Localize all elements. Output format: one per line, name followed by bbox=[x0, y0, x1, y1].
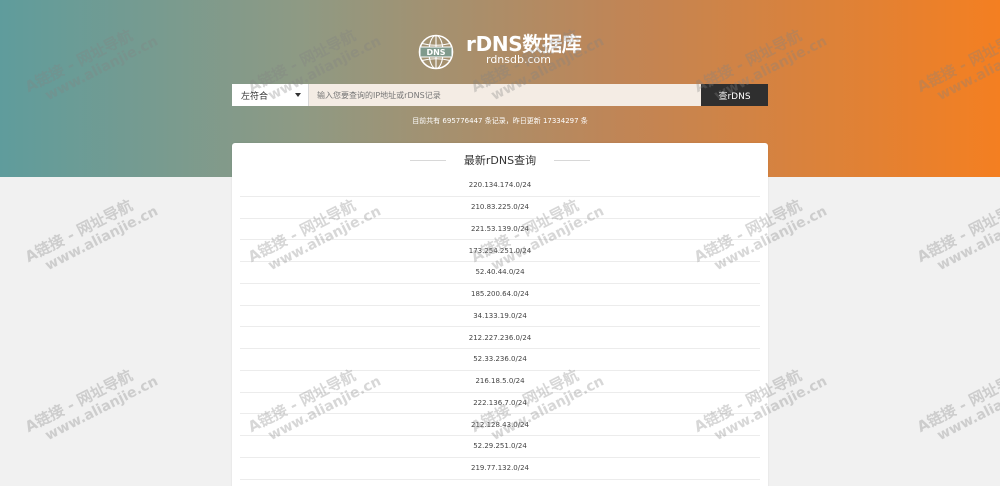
caret-down-icon bbox=[295, 93, 301, 97]
logo-icon-text: DNS bbox=[426, 48, 445, 57]
search-bar: 左符合 查rDNS bbox=[232, 84, 768, 106]
latest-queries-panel: 最新rDNS查询 220.134.174.0/24 210.83.225.0/2… bbox=[232, 143, 768, 486]
list-item[interactable]: 212.128.43.0/24 bbox=[240, 414, 760, 436]
list-item[interactable]: 210.83.225.0/24 bbox=[240, 197, 760, 219]
globe-dns-icon: DNS bbox=[418, 34, 454, 70]
list-item[interactable]: 185.200.64.0/24 bbox=[240, 284, 760, 306]
search-button[interactable]: 查rDNS bbox=[701, 84, 768, 106]
list-item[interactable]: 52.40.44.0/24 bbox=[240, 262, 760, 284]
list-item[interactable]: 216.18.5.0/24 bbox=[240, 371, 760, 393]
divider bbox=[409, 159, 446, 161]
list-item[interactable]: 220.134.174.0/24 bbox=[240, 175, 760, 197]
watermark: A链接 - 网址导航www.alianjie.cn bbox=[914, 196, 1000, 274]
list-item[interactable]: 221.53.139.0/24 bbox=[240, 219, 760, 241]
watermark: A链接 - 网址导航www.alianjie.cn bbox=[914, 366, 1000, 444]
site-logo[interactable]: DNS rDNS数据库 rdnsdb.com bbox=[418, 32, 582, 72]
watermark: A链接 - 网址导航www.alianjie.cn bbox=[22, 196, 161, 274]
list-item[interactable]: 212.227.236.0/24 bbox=[240, 327, 760, 349]
panel-title: 最新rDNS查询 bbox=[463, 154, 537, 167]
search-input[interactable] bbox=[309, 84, 701, 106]
panel-header: 最新rDNS查询 bbox=[232, 152, 768, 168]
list-item[interactable]: 219.77.132.0/24 bbox=[240, 458, 760, 480]
match-mode-select[interactable]: 左符合 bbox=[232, 84, 309, 106]
match-mode-value: 左符合 bbox=[241, 91, 269, 102]
list-item[interactable]: 173.254.251.0/24 bbox=[240, 240, 760, 262]
watermark: A链接 - 网址导航www.alianjie.cn bbox=[22, 366, 161, 444]
list-item[interactable]: 34.133.19.0/24 bbox=[240, 306, 760, 328]
record-stats: 目前共有 695776447 条记录，昨日更新 17334297 条 bbox=[412, 117, 588, 125]
list-item[interactable]: 52.33.236.0/24 bbox=[240, 349, 760, 371]
latest-queries-list: 220.134.174.0/24 210.83.225.0/24 221.53.… bbox=[240, 175, 760, 480]
list-item[interactable]: 52.29.251.0/24 bbox=[240, 436, 760, 458]
list-item[interactable]: 222.136.7.0/24 bbox=[240, 393, 760, 415]
divider bbox=[554, 159, 591, 161]
